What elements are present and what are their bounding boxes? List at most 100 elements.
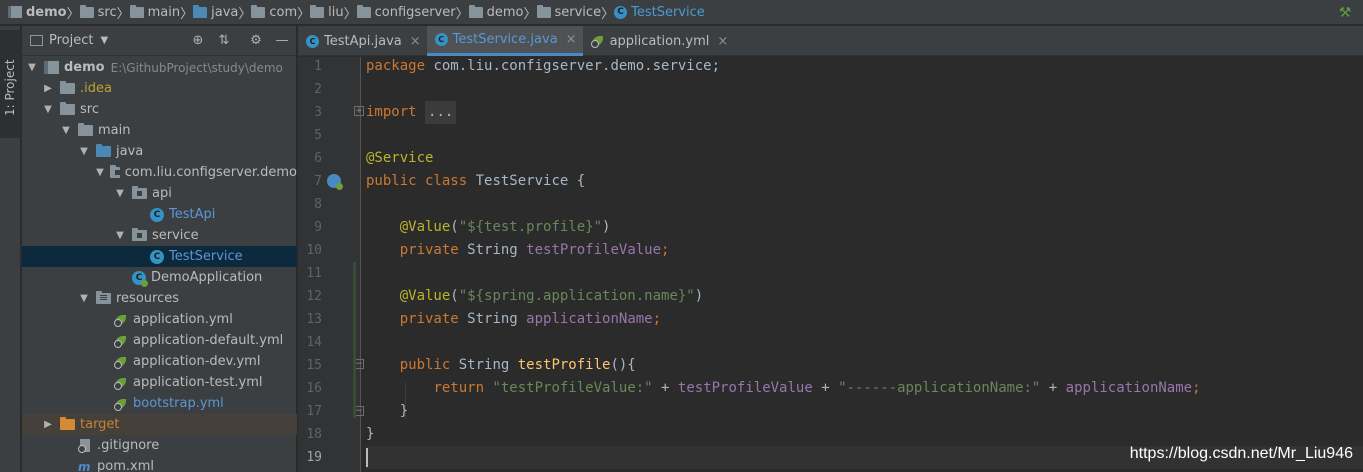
tree-item-main[interactable]: ▼ main <box>22 120 297 141</box>
fold-plus-icon[interactable]: + <box>354 106 364 116</box>
tree-item-application-test-yml[interactable]: application-test.yml <box>22 372 297 393</box>
tree-item-resources[interactable]: ▼ resources <box>22 288 297 309</box>
expand-arrow-icon[interactable]: ▼ <box>26 62 38 73</box>
source-folder-icon <box>193 4 208 18</box>
package-icon <box>356 4 371 18</box>
collapse-arrow-icon[interactable]: ▶ <box>42 419 54 430</box>
maven-icon: m <box>78 459 91 472</box>
locate-icon[interactable]: ⊕ <box>190 33 206 49</box>
code-line-15: public String testProfile(){ <box>399 357 636 373</box>
class-icon: C <box>150 249 164 264</box>
tab-application-yml[interactable]: application.yml × <box>583 26 735 56</box>
tree-item-testservice[interactable]: C TestService <box>22 246 297 267</box>
build-hammer-icon[interactable]: ⚒ <box>1337 5 1353 21</box>
close-icon[interactable]: × <box>566 32 577 47</box>
gear-icon[interactable]: ⚙ <box>248 33 264 49</box>
line-number: 11 <box>306 266 322 281</box>
tree-item-demoapplication[interactable]: C DemoApplication <box>22 267 297 288</box>
tree-item-bootstrap-yml[interactable]: bootstrap.yml <box>22 393 297 414</box>
breadcrumb-src[interactable]: src <box>79 0 117 25</box>
resources-folder-icon <box>96 291 111 304</box>
line-number: 13 <box>306 312 322 327</box>
chevron-down-icon[interactable]: ▼ <box>100 35 108 46</box>
code-line-6: @Service <box>366 150 434 166</box>
tree-item-api[interactable]: ▼ api <box>22 183 297 204</box>
expand-arrow-icon[interactable]: ▼ <box>42 104 54 115</box>
expand-arrow-icon[interactable]: ▼ <box>114 188 126 199</box>
breadcrumb-java[interactable]: java <box>193 0 238 25</box>
tree-item-gitignore[interactable]: .gitignore <box>22 435 297 456</box>
breadcrumb-demo-package[interactable]: demo <box>468 0 523 25</box>
code-line-7: public class TestService { <box>366 173 586 189</box>
breadcrumb-configserver[interactable]: configserver <box>356 0 456 25</box>
code-line-18: } <box>366 426 375 442</box>
expand-arrow-icon[interactable]: ▼ <box>96 167 104 178</box>
project-panel: Project ▼ ⊕ ⇅ ⚙ — ▼ demo E:\GithubProject\… <box>22 26 297 472</box>
close-icon[interactable]: × <box>717 34 728 49</box>
collapse-all-icon[interactable]: ⇅ <box>216 33 232 49</box>
text-caret <box>366 448 368 467</box>
gitignore-file-icon <box>78 438 92 453</box>
vcs-change-marker[interactable] <box>353 262 356 418</box>
breadcrumb-com[interactable]: com <box>251 0 297 25</box>
tree-item-service[interactable]: ▼ service <box>22 225 297 246</box>
package-icon <box>310 4 325 18</box>
tree-item-java[interactable]: ▼ java <box>22 141 297 162</box>
breadcrumb-demo[interactable]: demo <box>8 0 67 25</box>
tab-testservice-java[interactable]: C TestService.java × <box>426 26 583 56</box>
folder-icon <box>60 102 75 115</box>
tree-item-application-default-yml[interactable]: application-default.yml <box>22 330 297 351</box>
project-view-selector[interactable]: Project <box>49 33 93 48</box>
tree-item-idea[interactable]: ▶ .idea <box>22 78 297 99</box>
hide-icon[interactable]: — <box>274 33 290 49</box>
line-number: 14 <box>306 335 322 350</box>
chevron-right-icon: 〉 <box>116 6 130 22</box>
package-icon <box>132 228 147 241</box>
spring-boot-class-icon: C <box>132 270 148 287</box>
tree-item-application-yml[interactable]: application.yml <box>22 309 297 330</box>
expand-arrow-icon[interactable]: ▼ <box>78 146 90 157</box>
code-line-9: @Value("${test.profile}") <box>399 219 611 235</box>
folder-icon <box>78 123 93 136</box>
folder-icon <box>60 81 75 94</box>
code-editor[interactable]: 1 2 3 5 6 7 8 9 10 11 12 13 14 15 16 17 … <box>298 57 1363 472</box>
chevron-right-icon: 〉 <box>66 6 80 22</box>
tool-window-stripe: 1: Project <box>0 26 21 472</box>
spring-bean-icon[interactable] <box>327 174 343 190</box>
breadcrumb-testservice[interactable]: C TestService <box>614 0 705 25</box>
package-icon <box>251 4 266 18</box>
chevron-right-icon: 〉 <box>297 6 311 22</box>
line-number: 6 <box>314 151 322 166</box>
tree-item-demo[interactable]: ▼ demo E:\GithubProject\study\demo <box>22 57 297 78</box>
tree-item-application-dev-yml[interactable]: application-dev.yml <box>22 351 297 372</box>
expand-arrow-icon[interactable]: ▼ <box>60 125 72 136</box>
project-view-icon <box>30 35 43 46</box>
tree-item-target[interactable]: ▶ target <box>22 414 297 435</box>
project-tool-tab[interactable]: 1: Project <box>0 30 21 138</box>
tree-item-package-demo[interactable]: ▼ com.liu.configserver.demo <box>22 162 297 183</box>
expand-arrow-icon[interactable]: ▼ <box>114 230 126 241</box>
folded-imports[interactable]: ... <box>425 101 457 124</box>
breadcrumb-main[interactable]: main <box>129 0 180 25</box>
code-line-12: @Value("${spring.application.name}") <box>399 288 704 304</box>
spring-yml-icon <box>114 355 128 369</box>
expand-arrow-icon[interactable]: ▼ <box>78 293 90 304</box>
chevron-right-icon: 〉 <box>523 6 537 22</box>
tab-testapi-java[interactable]: C TestApi.java × <box>298 26 427 56</box>
package-icon <box>468 4 483 18</box>
line-number: 9 <box>314 220 322 235</box>
tree-item-src[interactable]: ▼ src <box>22 99 297 120</box>
tree-item-pom-xml[interactable]: m pom.xml <box>22 456 297 472</box>
breadcrumb-liu[interactable]: liu <box>310 0 344 25</box>
close-icon[interactable]: × <box>410 34 421 49</box>
code-line-3: import ... <box>366 101 1363 124</box>
line-number: 19 <box>306 450 322 465</box>
tree-item-testapi[interactable]: C TestApi <box>22 204 297 225</box>
spring-yml-icon <box>590 34 605 48</box>
collapse-arrow-icon[interactable]: ▶ <box>42 83 54 94</box>
line-number: 7 <box>314 174 322 189</box>
navigation-breadcrumb: demo 〉 src 〉 main 〉 java 〉 com 〉 liu 〉 c… <box>0 0 1363 25</box>
folder-icon <box>79 4 94 18</box>
breadcrumb-service[interactable]: service <box>536 0 601 25</box>
project-panel-header: Project ▼ ⊕ ⇅ ⚙ — <box>22 26 296 56</box>
